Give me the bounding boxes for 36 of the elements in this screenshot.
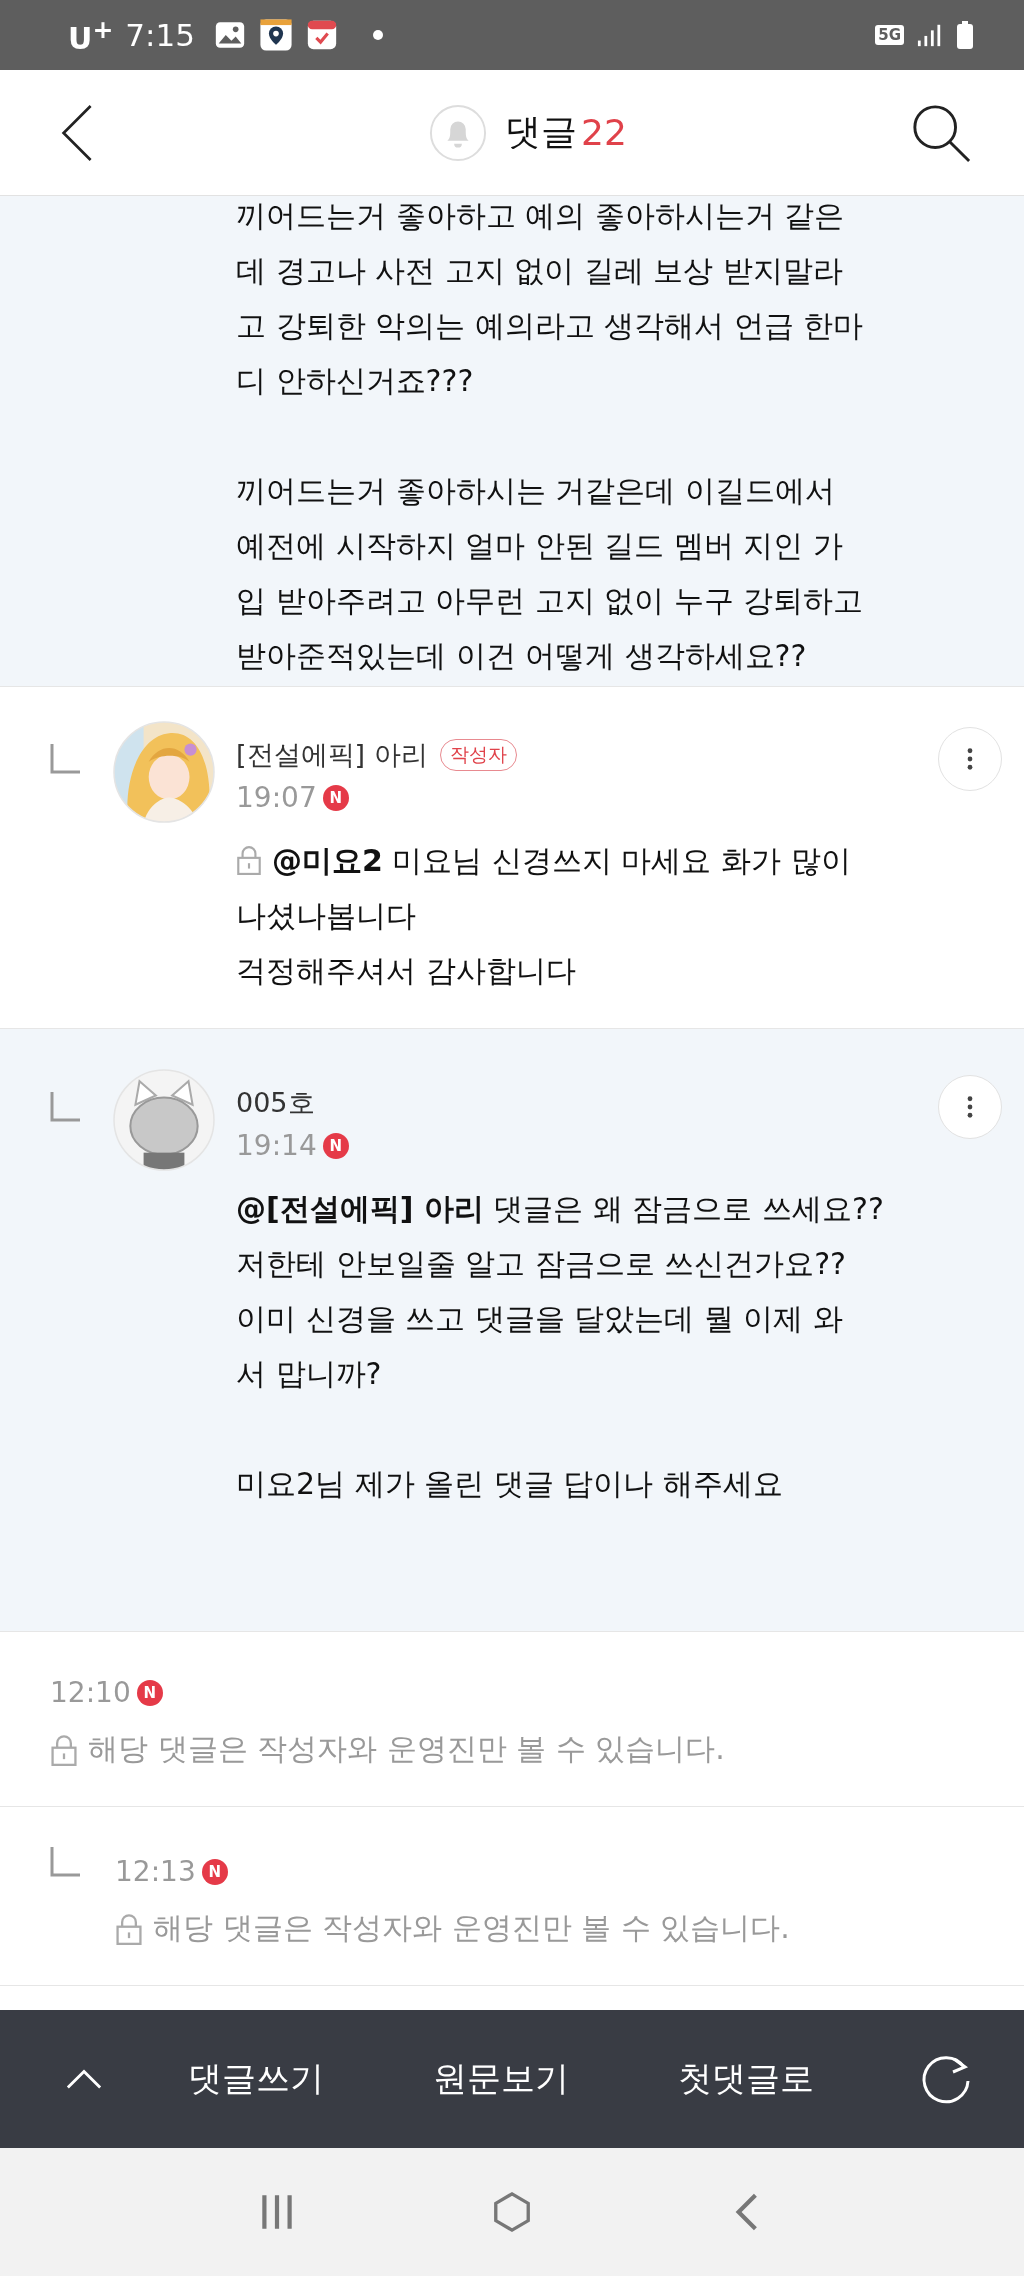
- comment-count: 22: [581, 112, 627, 153]
- lock-icon: [115, 1912, 143, 1945]
- toolbar-button[interactable]: 원문보기: [378, 2056, 623, 2102]
- lock-icon: [50, 1733, 78, 1766]
- clock: 7:15: [125, 17, 195, 53]
- comment-text: 끼어드는거 좋아하고 예의 좋아하시는거 같은 데 경고나 사전 고지 없이 길레 보상 받지말라 고 강퇴한 악의는 예의라고 생각해서 언급 한마 디 안하신거죠??? 끼어드는거 좋아하시는 거같은데 이길드에서 예전에 시작하지 얼마 안된 길드 멤버 지인 가 입 받아주려고 아무런 고지 없이 누구 강퇴하고 받아준적있는데 이건 어떻게 생각하세요??: [236, 197, 864, 675]
- new-badge: N: [322, 1132, 349, 1159]
- author-name[interactable]: 005호: [236, 1085, 315, 1121]
- chevron-up-icon[interactable]: [65, 2067, 103, 2091]
- more-icon: [967, 1096, 973, 1118]
- comment-time: 19:14: [236, 1129, 317, 1162]
- map-pin-icon: [258, 18, 293, 52]
- comment-text: @미요2 미요님 신경쓰지 마세요 화가 많이 나셨나봅니다 걱정해주셔서 감사합니다: [236, 842, 852, 990]
- toolbar-button[interactable]: 첫댓글로: [623, 2056, 868, 2102]
- battery-icon: [956, 20, 974, 50]
- network-label: 5G: [875, 25, 904, 45]
- new-badge: N: [322, 784, 349, 811]
- author-name[interactable]: [전설에픽] 아리: [236, 737, 428, 773]
- hidden-comment-notice: 해당 댓글은 작성자와 운영진만 볼 수 있습니다.: [88, 1730, 725, 1768]
- new-badge: N: [201, 1858, 228, 1885]
- more-icon: [967, 748, 973, 770]
- new-badge: N: [136, 1679, 163, 1706]
- reply-indicator-icon: [50, 744, 80, 774]
- toolbar-button[interactable]: 댓글쓰기: [133, 2056, 378, 2102]
- comment-time: 12:13: [115, 1855, 196, 1888]
- page-title: 댓글: [505, 110, 578, 154]
- notification-dot-icon: [372, 30, 383, 40]
- comment-time: 19:07: [236, 781, 317, 814]
- home-icon[interactable]: [491, 2191, 533, 2233]
- reply-indicator-icon: [50, 1847, 80, 1877]
- comment-time: 12:10: [50, 1676, 131, 1709]
- reply-indicator-icon: [50, 1092, 80, 1122]
- carrier-label: U$^{+}$: [68, 14, 114, 56]
- hidden-comment-notice: 해당 댓글은 작성자와 운영진만 볼 수 있습니다.: [153, 1909, 790, 1947]
- comment-text: @[전설에픽] 아리 댓글은 왜 잠금으로 쓰세요?? 저한테 안보일줄 알고 잠금으로 쓰신건가요?? 이미 신경을 쓰고 댓글을 달았는데 뭘 이제 와 서 맙니까? 미요2님 제가 올린 댓글 답이나 해주세요: [236, 1190, 885, 1503]
- lock-icon: [236, 845, 262, 875]
